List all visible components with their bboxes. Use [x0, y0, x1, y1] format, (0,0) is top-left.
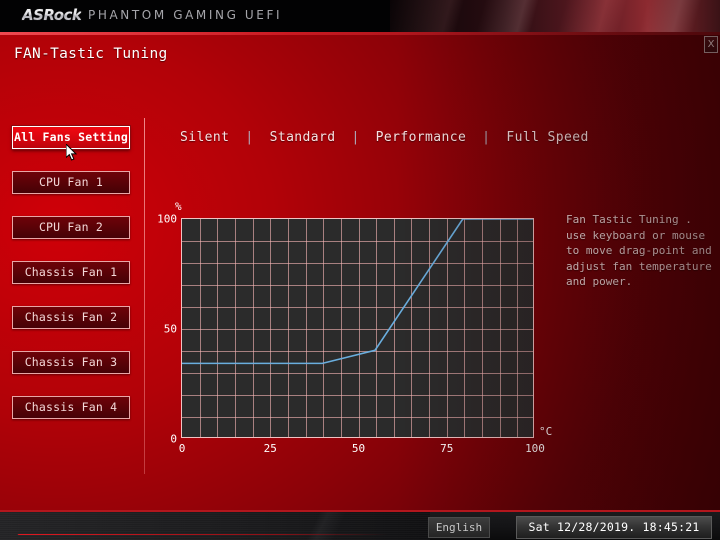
y-tick-label: 50: [163, 322, 177, 336]
phantom-gaming-mark-icon: [14, 516, 42, 538]
x-tick-label: 75: [440, 442, 454, 455]
sidebar-item-chassis-fan-4[interactable]: Chassis Fan 4: [12, 396, 130, 419]
sidebar-item-chassis-fan-2[interactable]: Chassis Fan 2: [12, 306, 130, 329]
help-text: Fan Tastic Tuning . use keyboard or mous…: [566, 213, 712, 288]
y-tick-label: 0: [170, 432, 177, 446]
page-title: FAN-Tastic Tuning: [14, 46, 168, 62]
fan-curve-chart: % °C 0 50 100 0 25 50 75 100: [157, 182, 560, 457]
y-axis-unit-label: %: [175, 200, 182, 213]
x-tick-label: 50: [351, 442, 366, 455]
status-bar-texture: [0, 512, 430, 540]
sidebar-item-chassis-fan-1[interactable]: Chassis Fan 1: [12, 261, 130, 284]
tab-performance[interactable]: Performance: [376, 130, 467, 145]
close-icon[interactable]: X: [704, 36, 718, 53]
x-tick-label: 100: [525, 442, 545, 455]
tab-separator-3: |: [482, 130, 491, 145]
main-panel: FAN-Tastic Tuning X All Fans Setting CPU…: [0, 32, 720, 535]
x-axis-unit-label: °C: [539, 425, 553, 438]
datetime-display: Sat 12/28/2019. 18:45:21: [516, 516, 712, 539]
sidebar-item-chassis-fan-3[interactable]: Chassis Fan 3: [12, 351, 130, 374]
asrock-logo: ASRock: [22, 6, 82, 24]
tab-silent[interactable]: Silent: [180, 130, 229, 145]
tab-full-speed[interactable]: Full Speed: [506, 130, 588, 145]
phantom-gaming-uefi-label: PHANTOM GAMING UEFI: [88, 8, 283, 22]
brand-bar: ASRock PHANTOM GAMING UEFI: [0, 0, 720, 32]
language-button[interactable]: English: [428, 517, 490, 538]
fan-curve-line[interactable]: [182, 219, 533, 438]
x-tick-label: 0: [178, 442, 186, 455]
tab-separator-1: |: [245, 130, 254, 145]
vertical-divider: [144, 118, 145, 474]
status-bar: English Sat 12/28/2019. 18:45:21: [0, 510, 720, 540]
chart-plot-area[interactable]: 0 50 100 0 25 50 75 100: [157, 214, 545, 455]
mouse-cursor-icon: [66, 144, 78, 161]
tab-standard[interactable]: Standard: [270, 130, 336, 145]
sidebar-item-cpu-fan-1[interactable]: CPU Fan 1: [12, 171, 130, 194]
fan-selector-sidebar: All Fans Setting CPU Fan 1 CPU Fan 2 Cha…: [11, 125, 131, 441]
tab-separator-2: |: [351, 130, 360, 145]
y-tick-label: 100: [157, 212, 177, 226]
fan-preset-tabs: Silent | Standard | Performance | Full S…: [180, 130, 589, 145]
curve-series[interactable]: [182, 219, 533, 363]
uefi-screen: ASRock PHANTOM GAMING UEFI FAN-Tastic Tu…: [0, 0, 720, 540]
x-tick-label: 25: [263, 442, 277, 455]
brand-streak-graphic: [390, 0, 720, 32]
status-bar-accent-line: [17, 534, 389, 535]
panel-top-edge: [0, 32, 720, 35]
sidebar-item-cpu-fan-2[interactable]: CPU Fan 2: [12, 216, 130, 239]
